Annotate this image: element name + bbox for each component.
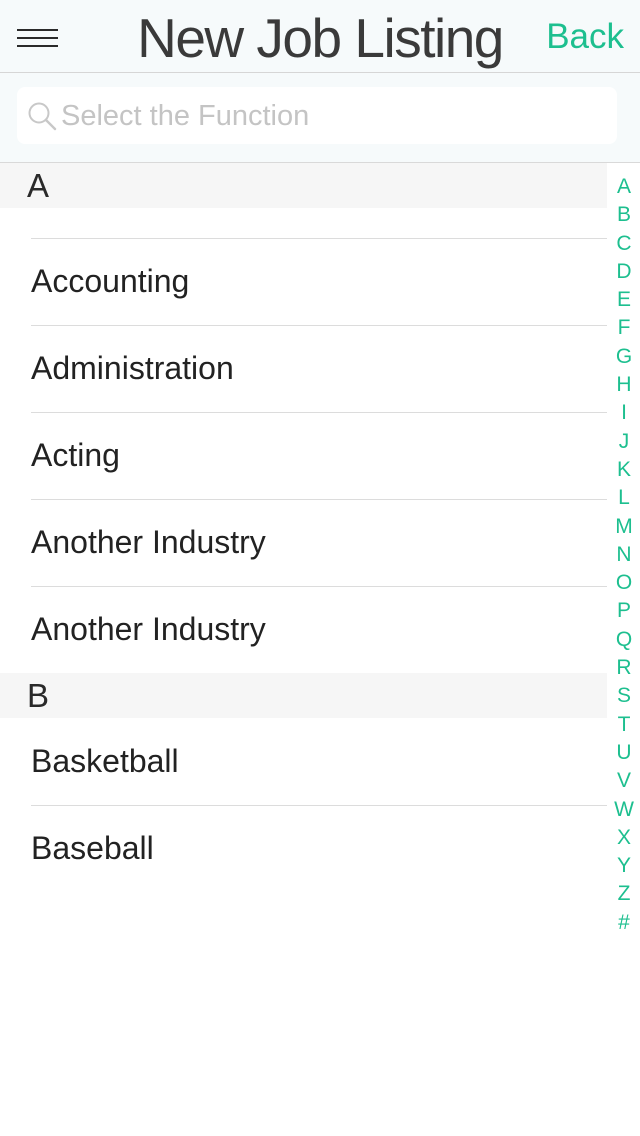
- list-item-label: Baseball: [31, 830, 154, 866]
- list-item[interactable]: Another Industry: [0, 499, 607, 586]
- section-header: B: [0, 673, 607, 718]
- list-item-label: Basketball: [31, 743, 179, 779]
- index-letter[interactable]: P: [617, 597, 631, 625]
- index-letter[interactable]: V: [617, 767, 631, 795]
- page-title: New Job Listing: [137, 7, 504, 69]
- index-letter[interactable]: B: [617, 201, 631, 229]
- index-letter[interactable]: #: [618, 909, 630, 937]
- hamburger-menu-icon[interactable]: [10, 20, 66, 56]
- section-index[interactable]: A B C D E F G H I J K L M N O P Q R S T U V W X Y Z #: [608, 173, 640, 937]
- index-letter[interactable]: T: [618, 711, 631, 739]
- search-input[interactable]: [61, 95, 601, 137]
- list-item-label: Another Industry: [31, 524, 266, 560]
- index-letter[interactable]: A: [617, 173, 631, 201]
- index-letter[interactable]: Z: [618, 880, 631, 908]
- list-item[interactable]: Baseball: [0, 805, 607, 892]
- index-letter[interactable]: N: [616, 541, 631, 569]
- screen: New Job Listing Back A Accounting Administ…: [0, 0, 640, 1136]
- search-icon: [28, 102, 57, 131]
- list-item[interactable]: Basketball: [0, 718, 607, 805]
- index-letter[interactable]: I: [621, 399, 627, 427]
- index-letter[interactable]: X: [617, 824, 631, 852]
- index-letter[interactable]: D: [616, 258, 631, 286]
- index-letter[interactable]: W: [614, 796, 634, 824]
- list-spacer: [0, 208, 607, 238]
- index-letter[interactable]: U: [616, 739, 631, 767]
- list-item[interactable]: Acting: [0, 412, 607, 499]
- list-item-label: Administration: [31, 350, 234, 386]
- index-letter[interactable]: C: [616, 230, 631, 258]
- list-item[interactable]: Administration: [0, 325, 607, 412]
- nav-bar: New Job Listing Back: [0, 0, 640, 73]
- index-letter[interactable]: J: [619, 428, 630, 456]
- list-item-label: Another Industry: [31, 611, 266, 647]
- index-letter[interactable]: Y: [617, 852, 631, 880]
- list-item-label: Accounting: [31, 263, 190, 299]
- list-item[interactable]: Another Industry: [0, 586, 607, 673]
- list-item-label: Acting: [31, 437, 120, 473]
- back-button[interactable]: Back: [546, 14, 624, 60]
- index-letter[interactable]: H: [616, 371, 631, 399]
- section-header: A: [0, 163, 607, 208]
- index-letter[interactable]: L: [618, 484, 630, 512]
- index-letter[interactable]: R: [616, 654, 631, 682]
- index-letter[interactable]: M: [615, 513, 633, 541]
- index-letter[interactable]: K: [617, 456, 631, 484]
- index-letter[interactable]: G: [616, 343, 632, 371]
- list-item[interactable]: Accounting: [0, 238, 607, 325]
- index-letter[interactable]: Q: [616, 626, 632, 654]
- function-list[interactable]: A Accounting Administration Acting Another I…: [0, 163, 607, 892]
- index-letter[interactable]: O: [616, 569, 632, 597]
- index-letter[interactable]: F: [618, 314, 631, 342]
- index-letter[interactable]: E: [617, 286, 631, 314]
- search-bar: [0, 73, 640, 163]
- search-field-container[interactable]: [17, 87, 617, 144]
- index-letter[interactable]: S: [617, 682, 631, 710]
